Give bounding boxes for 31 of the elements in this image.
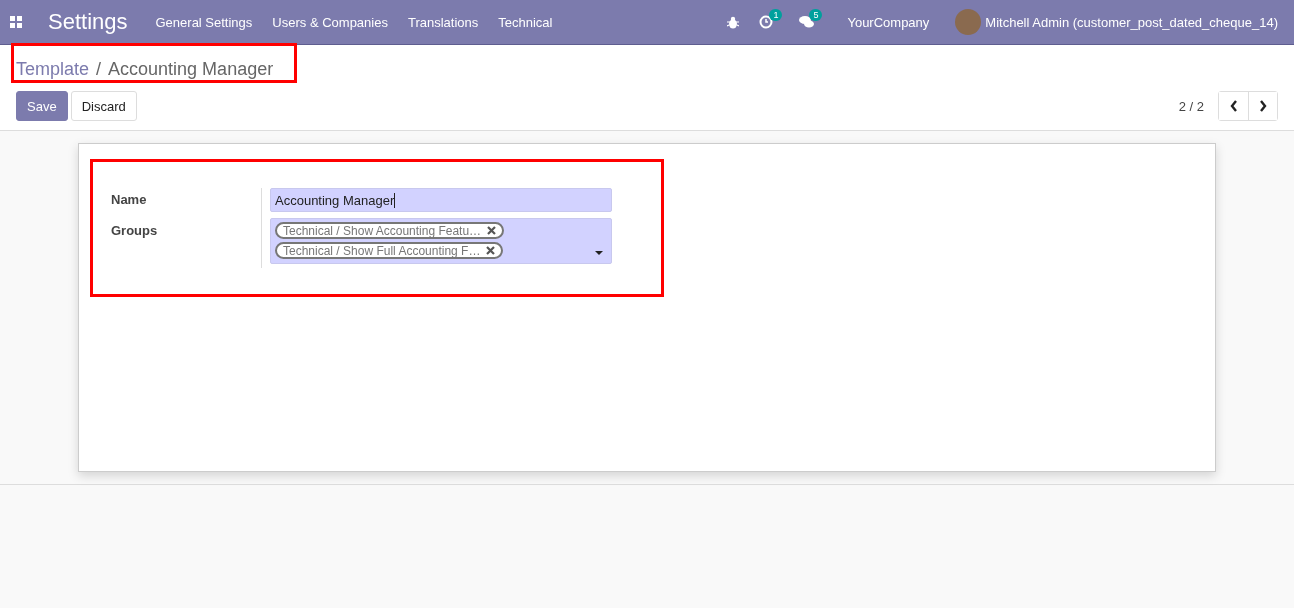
breadcrumb-link[interactable]: Template xyxy=(16,58,90,80)
app-title: Settings xyxy=(48,9,128,35)
menu-item[interactable]: Users & Companies xyxy=(272,14,388,30)
groups-tags-field[interactable]: Technical / Show Accounting Featu… Technical / Show Full Accounting F… xyxy=(270,218,612,264)
company-switcher[interactable]: YourCompany xyxy=(847,14,930,30)
remove-icon[interactable] xyxy=(487,226,497,235)
user-menu[interactable]: Mitchell Admin (customer_post_dated_cheque_14) xyxy=(985,14,1278,30)
discard-button[interactable]: Discard xyxy=(70,91,137,121)
menu-item[interactable]: General Settings xyxy=(155,14,253,30)
group-tag: Technical / Show Accounting Featu… xyxy=(275,222,505,239)
field-label: Name xyxy=(111,192,148,207)
dropdown-caret-icon[interactable] xyxy=(595,251,603,255)
remove-icon[interactable] xyxy=(486,246,496,255)
chevron-left-icon xyxy=(1229,100,1238,112)
field-label: Groups xyxy=(111,223,159,238)
name-input-field[interactable]: Accounting Manager xyxy=(270,188,612,212)
chat-icon[interactable] xyxy=(799,15,816,29)
menu-item[interactable]: Technical xyxy=(498,14,553,30)
menu-item[interactable]: Translations xyxy=(407,14,479,30)
clock-icon[interactable] xyxy=(759,15,774,29)
save-button[interactable]: Save xyxy=(16,91,68,121)
pager-counter: 2 / 2 xyxy=(1178,98,1204,114)
next-button[interactable] xyxy=(1248,92,1277,120)
messages-badge: 5 xyxy=(809,9,823,21)
bug-icon[interactable] xyxy=(727,15,740,29)
group-tag: Technical / Show Full Accounting F… xyxy=(275,242,504,259)
activity-badge: 1 xyxy=(769,9,783,21)
breadcrumb-current: Accounting Manager xyxy=(108,58,274,80)
chevron-right-icon xyxy=(1259,100,1267,112)
apps-menu-icon[interactable] xyxy=(10,16,22,28)
breadcrumb-separator: / xyxy=(96,58,102,80)
